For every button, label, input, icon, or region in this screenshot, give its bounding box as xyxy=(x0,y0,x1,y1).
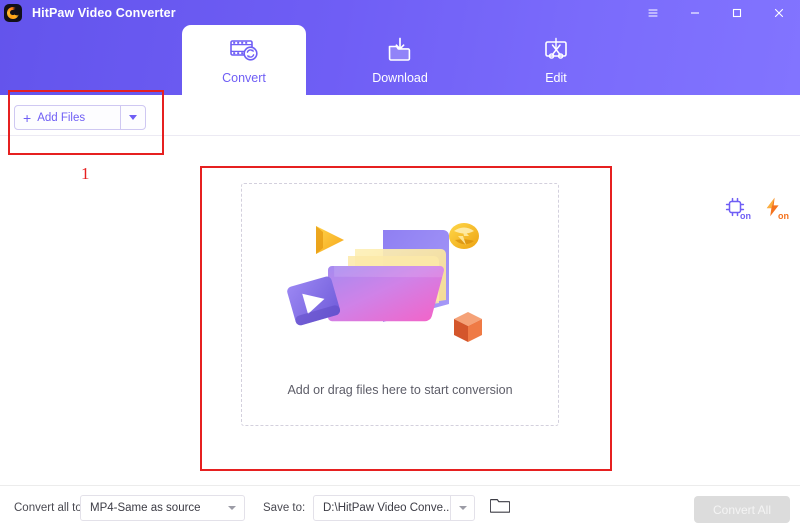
annotation-marker-1: 1 xyxy=(81,164,90,184)
convert-all-to-label: Convert all to: xyxy=(14,502,85,514)
hardware-acceleration-state: on xyxy=(740,212,751,221)
plus-icon: + xyxy=(23,111,31,125)
dropzone-caption: Add or drag files here to start conversi… xyxy=(242,383,558,397)
edit-scissors-icon xyxy=(540,36,572,64)
lightning-acceleration-toggle[interactable]: on xyxy=(762,196,788,220)
hardware-acceleration-toggle[interactable]: on xyxy=(724,196,750,220)
close-icon[interactable] xyxy=(758,0,800,25)
minimize-icon[interactable] xyxy=(674,0,716,25)
add-files-dropdown-button[interactable] xyxy=(120,106,145,129)
app-title: HitPaw Video Converter xyxy=(32,6,176,20)
tab-download-label: Download xyxy=(372,71,428,85)
chevron-down-icon xyxy=(450,496,474,520)
output-format-select[interactable]: MP4-Same as source xyxy=(80,495,245,521)
add-files-button[interactable]: + Add Files xyxy=(15,106,120,129)
maximize-icon[interactable] xyxy=(716,0,758,25)
folder-open-icon xyxy=(490,497,510,519)
folder-media-files-illustration xyxy=(270,202,530,367)
bottom-bar: Convert all to: MP4-Same as source Save … xyxy=(0,485,800,530)
app-header: HitPaw Video Converter xyxy=(0,0,800,95)
hamburger-menu-icon[interactable] xyxy=(632,0,674,25)
toolbar: + Add Files Converting Converted xyxy=(0,95,800,136)
save-to-label: Save to: xyxy=(263,502,305,514)
download-folder-icon xyxy=(384,36,416,64)
main-tabs: Convert Download xyxy=(0,25,800,95)
tab-convert-label: Convert xyxy=(222,71,266,85)
tab-convert[interactable]: Convert xyxy=(182,25,306,95)
hitpaw-logo-icon xyxy=(4,4,22,22)
chevron-down-icon xyxy=(220,496,244,520)
file-dropzone[interactable]: Add or drag files here to start conversi… xyxy=(241,183,559,426)
app-window: HitPaw Video Converter xyxy=(0,0,800,530)
tab-download[interactable]: Download xyxy=(338,25,462,95)
output-format-value: MP4-Same as source xyxy=(81,502,201,514)
window-controls xyxy=(632,0,800,25)
film-convert-icon xyxy=(228,36,260,64)
tab-edit-label: Edit xyxy=(545,71,567,85)
save-path-select[interactable]: D:\HitPaw Video Conve... xyxy=(313,495,475,521)
chevron-down-icon xyxy=(129,115,137,120)
convert-all-button[interactable]: Convert All xyxy=(694,496,790,523)
save-path-value: D:\HitPaw Video Conve... xyxy=(314,502,450,514)
lightning-acceleration-state: on xyxy=(778,212,789,221)
acceleration-toggles: on on xyxy=(724,196,788,220)
browse-folder-button[interactable] xyxy=(489,498,511,518)
add-files-label: Add Files xyxy=(37,112,85,124)
tab-edit[interactable]: Edit xyxy=(494,25,618,95)
add-files-control: + Add Files xyxy=(14,105,146,130)
